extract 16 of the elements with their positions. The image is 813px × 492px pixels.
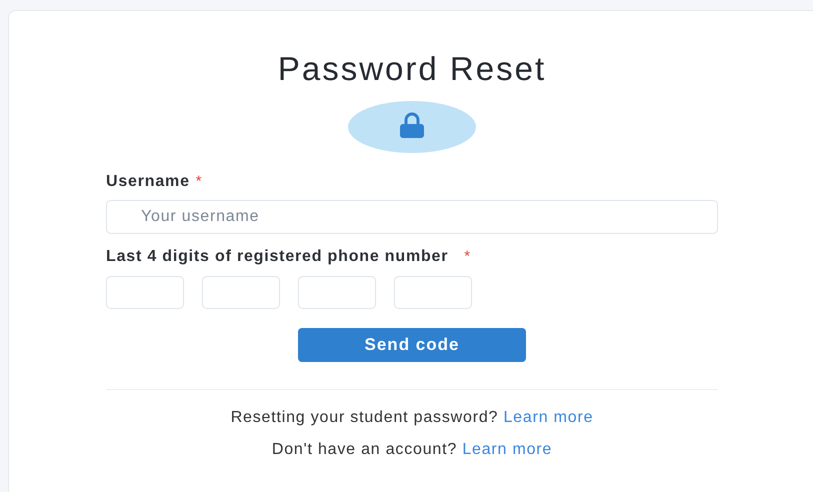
digit-field[interactable] (298, 276, 376, 309)
digit-field[interactable] (394, 276, 472, 309)
help-text: Don't have an account? Learn more (270, 440, 554, 460)
required-mark: * (464, 248, 470, 265)
send-code-button[interactable]: Send code (298, 328, 526, 362)
required-mark: * (196, 173, 202, 190)
digit-field[interactable] (202, 276, 280, 309)
field-label: Last 4 digits of registered phone number (106, 248, 448, 266)
digit-field[interactable] (106, 276, 184, 309)
field-label: Username (106, 173, 190, 191)
page-title: Password Reset (276, 49, 548, 89)
learn-more-link[interactable]: Learn more (503, 409, 594, 426)
help-text: Resetting your student password? Learn more (230, 408, 594, 428)
username-field[interactable]: Your username (106, 200, 718, 234)
lock-icon (348, 101, 476, 153)
learn-more-link[interactable]: Learn more (462, 441, 552, 458)
